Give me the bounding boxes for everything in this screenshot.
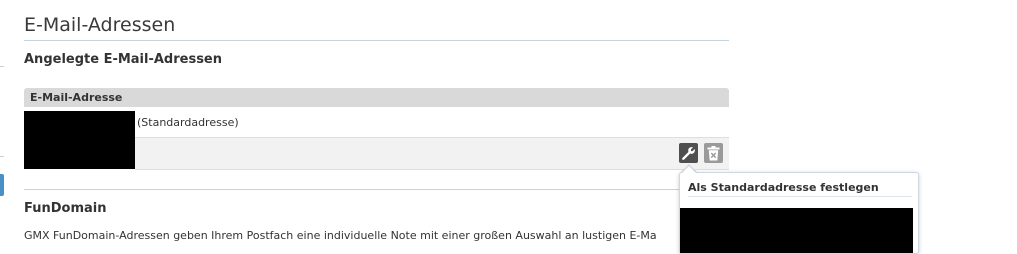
- wrench-icon: [682, 146, 695, 160]
- title-divider: [24, 40, 729, 41]
- rail-divider: [0, 156, 4, 157]
- column-header-email: E-Mail-Adresse: [30, 91, 123, 104]
- tooltip-arrow-fill: [681, 166, 697, 174]
- edit-address-button[interactable]: [679, 143, 698, 163]
- delete-address-button[interactable]: [704, 143, 723, 163]
- table-row[interactable]: (Standardadresse): [24, 109, 729, 170]
- redacted-email-address: [24, 111, 135, 169]
- rail-active-tab[interactable]: [0, 174, 4, 196]
- tooltip-divider: [688, 196, 912, 197]
- trash-icon: [707, 145, 720, 160]
- left-navigation-rail: [0, 0, 4, 246]
- set-default-tooltip: Als Standardadresse festlegen: [679, 172, 919, 254]
- created-addresses-heading: Angelegte E-Mail-Adressen: [24, 52, 223, 67]
- page-title: E-Mail-Adressen: [24, 14, 176, 36]
- fundomain-description: GMX FunDomain-Adressen geben Ihrem Postf…: [24, 229, 657, 242]
- rail-divider: [0, 66, 4, 67]
- tooltip-title: Als Standardadresse festlegen: [688, 181, 879, 194]
- row-action-bar: [135, 137, 729, 170]
- section-divider: [24, 189, 729, 190]
- address-table-header: E-Mail-Adresse: [24, 88, 729, 107]
- redacted-tooltip-content: [680, 208, 913, 253]
- default-address-label: (Standardadresse): [137, 116, 239, 129]
- fundomain-heading: FunDomain: [24, 201, 107, 216]
